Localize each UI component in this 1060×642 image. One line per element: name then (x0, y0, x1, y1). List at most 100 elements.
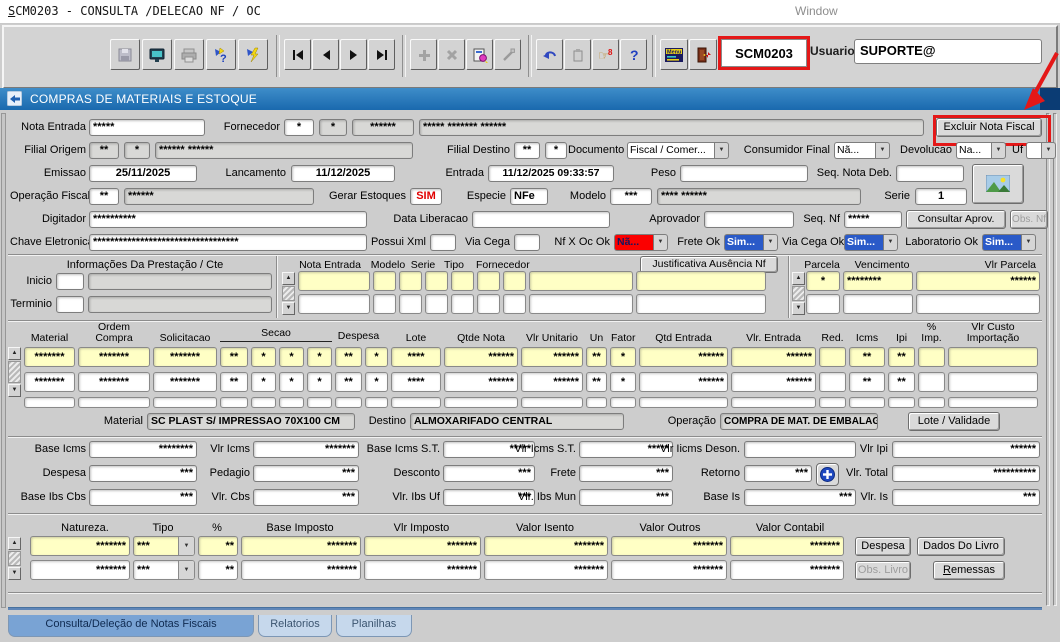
item-cell[interactable] (849, 397, 885, 408)
undo-button[interactable] (536, 39, 563, 70)
nav-last-button[interactable] (368, 39, 395, 70)
grid-cell[interactable] (373, 271, 396, 291)
chevron-down-icon[interactable]: ▼ (1021, 234, 1036, 251)
item-cell[interactable]: ****** (521, 347, 583, 367)
item-cell[interactable]: ** (849, 347, 885, 367)
item-cell[interactable] (78, 397, 150, 408)
item-cell[interactable] (731, 397, 816, 408)
vlr-imposto-cell[interactable]: ******* (364, 536, 481, 556)
chevron-down-icon[interactable]: ▼ (1041, 142, 1056, 159)
grid-cell[interactable] (399, 294, 422, 314)
items-row[interactable] (24, 397, 1038, 408)
inicio-time-field[interactable] (56, 273, 84, 290)
item-cell[interactable] (220, 397, 248, 408)
vlr-imposto-cell[interactable]: ******* (364, 560, 481, 580)
natureza-row[interactable]: ******* *** ▼ ** ******* ******* *******… (30, 560, 844, 580)
items-row[interactable]: ******* ******* ******* ** * * * ** * **… (24, 347, 1038, 367)
item-cell[interactable] (335, 397, 362, 408)
item-cell[interactable] (639, 397, 728, 408)
chevron-down-icon[interactable]: ▼ (653, 234, 668, 251)
scroll-down-icon[interactable]: ▼ (282, 302, 295, 315)
item-cell[interactable]: ** (849, 372, 885, 392)
cte-grid-row[interactable] (298, 294, 766, 314)
item-cell[interactable] (444, 397, 518, 408)
screen-button[interactable] (142, 39, 172, 70)
item-cell[interactable]: ****** (731, 347, 816, 367)
consumidor-final-select[interactable]: Nã... ▼ (834, 142, 890, 159)
find-button[interactable] (466, 39, 493, 70)
enter-query-button[interactable]: ? (206, 39, 236, 70)
retorno-field[interactable]: *** (744, 465, 812, 482)
chevron-down-icon[interactable]: ▼ (763, 234, 778, 251)
item-cell[interactable] (948, 372, 1038, 392)
despesa-button[interactable]: Despesa (855, 537, 911, 556)
scroll-grip[interactable] (8, 551, 21, 566)
item-cell[interactable]: * (307, 347, 332, 367)
grid-cell[interactable] (503, 294, 526, 314)
scroll-up-icon[interactable]: ▲ (8, 347, 21, 360)
item-cell[interactable]: ****** (444, 347, 518, 367)
especie-field[interactable]: NFe (510, 188, 548, 205)
filial-destino-field-1[interactable]: ** (514, 142, 540, 159)
vlr-ipi-field[interactable]: ****** (892, 441, 1040, 458)
tipo-select[interactable]: *** ▼ (133, 536, 195, 556)
item-cell[interactable]: * (365, 347, 388, 367)
item-cell[interactable] (948, 347, 1038, 367)
documento-select[interactable]: Fiscal / Comer... ▼ (627, 142, 729, 159)
despesa-field[interactable]: *** (89, 465, 197, 482)
grid-cell[interactable] (477, 294, 500, 314)
chevron-down-icon[interactable]: ▼ (883, 234, 898, 251)
vlr-parcela-cell[interactable] (916, 294, 1040, 314)
item-cell[interactable]: * (251, 347, 276, 367)
scroll-down-icon[interactable]: ▼ (8, 567, 21, 580)
item-cell[interactable]: ** (888, 347, 915, 367)
frete-ok-select[interactable]: Sim... ▼ (724, 234, 778, 251)
modelo-code-field[interactable]: *** (610, 188, 652, 205)
item-cell[interactable] (279, 397, 304, 408)
item-cell[interactable]: ** (220, 372, 248, 392)
item-cell[interactable] (819, 347, 846, 367)
terminio-time-field[interactable] (56, 296, 84, 313)
item-cell[interactable] (888, 397, 915, 408)
chevron-down-icon[interactable]: ▼ (714, 142, 729, 159)
natureza-cell[interactable]: ******* (30, 536, 130, 556)
item-cell[interactable] (586, 397, 607, 408)
scroll-down-icon[interactable]: ▼ (792, 302, 805, 315)
scroll-up-icon[interactable]: ▲ (8, 537, 21, 550)
item-cell[interactable]: * (610, 347, 636, 367)
base-imposto-cell[interactable]: ******* (241, 536, 361, 556)
exit-button[interactable] (689, 39, 717, 70)
chevron-down-icon[interactable]: ▼ (991, 142, 1006, 159)
display-error-button[interactable]: ☞8 (592, 39, 619, 70)
emissao-field[interactable]: 25/11/2025 (89, 165, 197, 182)
item-cell[interactable] (307, 397, 332, 408)
grid-cell[interactable] (451, 271, 474, 291)
item-cell[interactable]: * (279, 372, 304, 392)
valor-isento-cell[interactable]: ******* (484, 560, 608, 580)
consultar-aprov-button[interactable]: Consultar Aprov. (906, 210, 1006, 229)
tipo-select[interactable]: *** ▼ (133, 560, 195, 580)
item-cell[interactable] (391, 397, 441, 408)
percent-cell[interactable]: ** (198, 560, 238, 580)
item-cell[interactable]: * (610, 372, 636, 392)
nota-entrada-field[interactable]: ***** (89, 119, 205, 136)
chevron-down-icon[interactable]: ▼ (875, 142, 890, 159)
grid-cell[interactable] (373, 294, 396, 314)
item-cell[interactable]: ****** (444, 372, 518, 392)
vencimento-cell[interactable] (843, 294, 913, 314)
parcelas-row[interactable] (806, 294, 1040, 314)
scroll-down-icon[interactable]: ▼ (8, 384, 21, 397)
item-cell[interactable]: ******* (24, 372, 75, 392)
vlr-is-field[interactable]: *** (892, 489, 1040, 506)
lancamento-field[interactable]: 11/12/2025 (291, 165, 395, 182)
remessas-button[interactable]: Remessas (933, 561, 1005, 580)
scroll-up-icon[interactable]: ▲ (792, 272, 805, 285)
item-cell[interactable]: ** (220, 347, 248, 367)
menu-button[interactable]: Menu (660, 39, 688, 70)
item-cell[interactable]: ****** (521, 372, 583, 392)
uf-select[interactable]: ▼ (1026, 142, 1056, 159)
item-cell[interactable] (610, 397, 636, 408)
grid-cell[interactable] (477, 271, 500, 291)
percent-cell[interactable]: ** (198, 536, 238, 556)
item-cell[interactable]: **** (391, 347, 441, 367)
